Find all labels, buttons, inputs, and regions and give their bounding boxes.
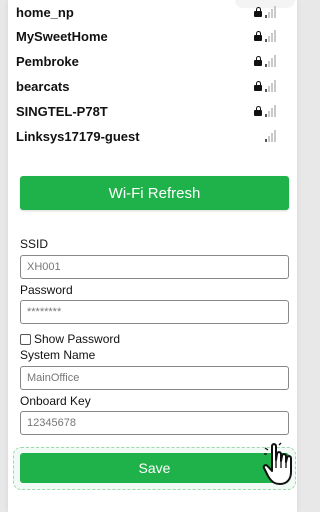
network-name: bearcats: [16, 78, 70, 94]
network-name: MySweetHome: [16, 28, 108, 44]
network-item-pembroke[interactable]: Pembroke: [16, 51, 286, 71]
system-name-input[interactable]: MainOffice: [20, 366, 289, 390]
network-name: Pembroke: [16, 53, 79, 69]
password-label: Password: [20, 283, 73, 297]
lock-icon: [254, 7, 262, 17]
wifi-signal-icon: [265, 80, 276, 92]
wifi-signal-icon: [265, 105, 276, 117]
network-item-singtel-p78t[interactable]: SINGTEL-P78T: [16, 101, 286, 121]
wifi-signal-icon: [265, 30, 276, 42]
show-password-checkbox[interactable]: [20, 333, 31, 345]
password-input[interactable]: ********: [20, 300, 289, 324]
show-password-label: Show Password: [34, 332, 121, 346]
wifi-signal-icon: [265, 55, 276, 67]
network-item-linksys17179-guest[interactable]: Linksys17179-guest: [16, 126, 286, 146]
hand-pointer-icon: [262, 442, 292, 485]
network-item-home-np[interactable]: home_np: [16, 2, 286, 22]
onboard-key-label: Onboard Key: [20, 394, 91, 408]
network-name: home_np: [16, 4, 74, 20]
network-name: Linksys17179-guest: [16, 128, 140, 144]
network-name: SINGTEL-P78T: [16, 103, 108, 119]
network-item-bearcats[interactable]: bearcats: [16, 76, 286, 96]
system-name-label: System Name: [20, 348, 96, 362]
lock-icon: [254, 31, 262, 41]
wifi-signal-icon: [265, 6, 276, 18]
onboard-key-input[interactable]: 12345678: [20, 411, 289, 435]
ssid-label: SSID: [20, 237, 49, 251]
save-button[interactable]: Save: [20, 453, 289, 483]
network-item-mysweethome[interactable]: MySweetHome: [16, 26, 286, 46]
wifi-refresh-button[interactable]: Wi-Fi Refresh: [20, 176, 289, 210]
lock-icon: [254, 106, 262, 116]
lock-icon: [254, 81, 262, 91]
show-password-row[interactable]: Show Password: [20, 332, 120, 346]
lock-icon: [254, 56, 262, 66]
wifi-signal-icon: [265, 130, 276, 142]
ssid-input[interactable]: XH001: [20, 255, 289, 279]
